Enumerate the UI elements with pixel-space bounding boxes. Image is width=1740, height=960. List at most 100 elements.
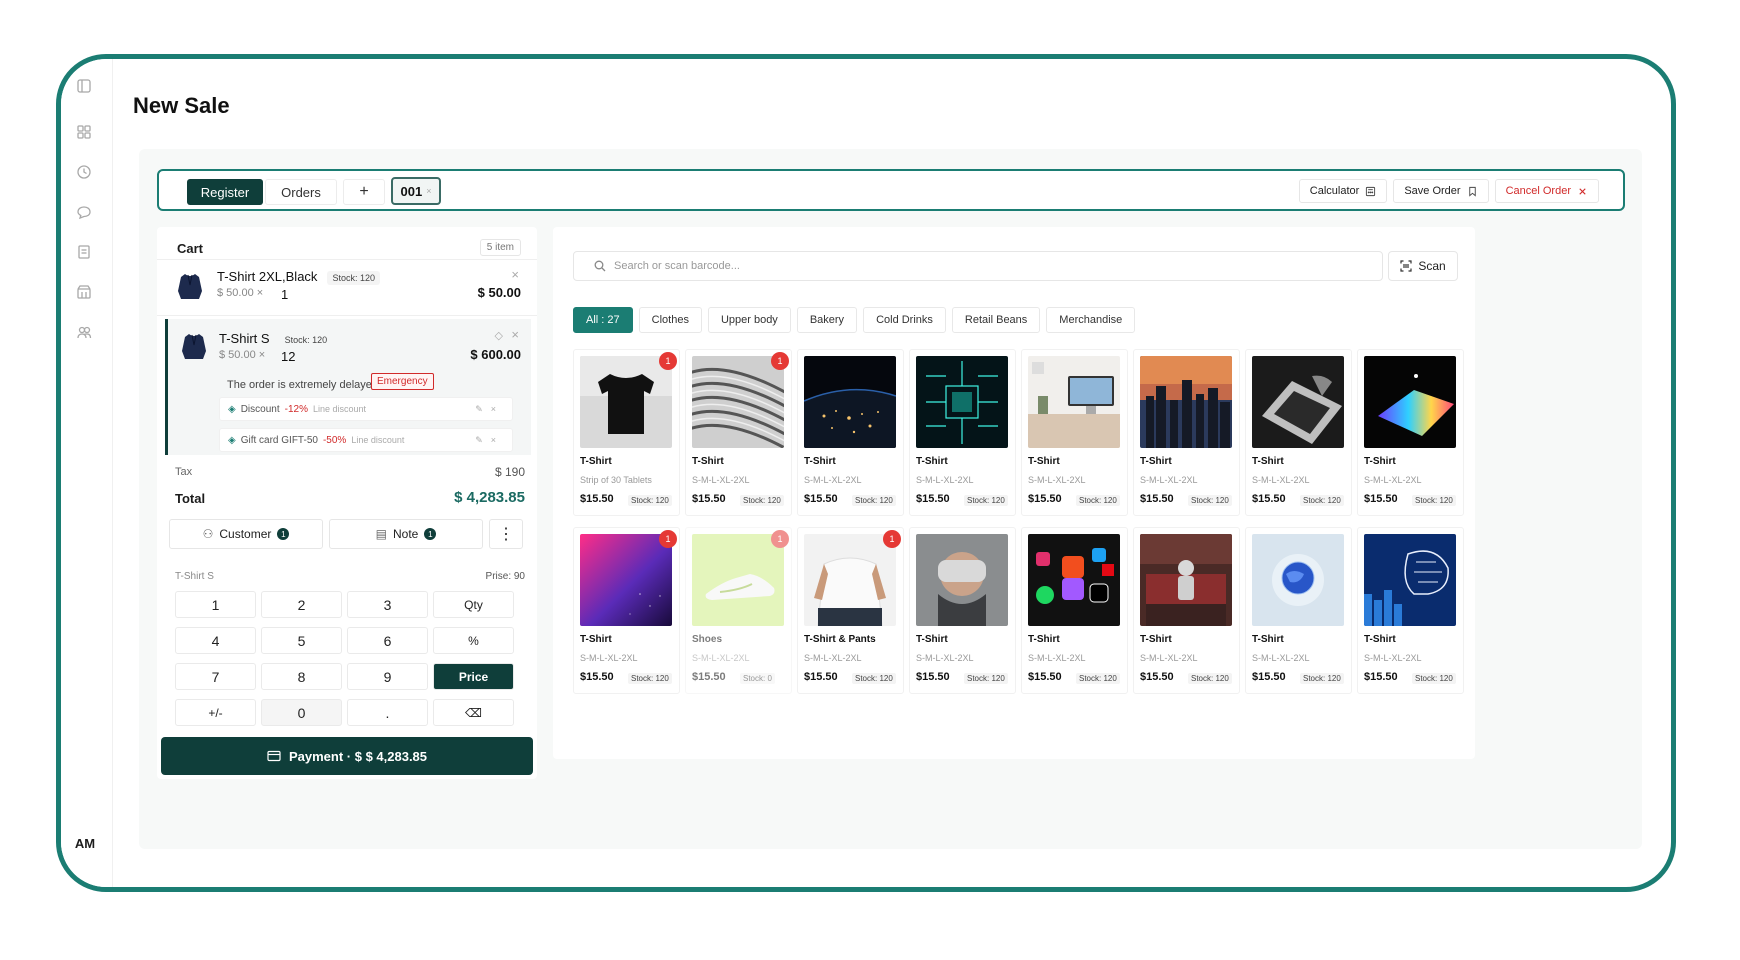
key-4[interactable]: 4 bbox=[175, 627, 256, 654]
document-icon[interactable] bbox=[75, 243, 93, 261]
product-card[interactable]: T-Shirt S-M-L-XL-2XL $15.50 Stock: 120 bbox=[1357, 349, 1464, 516]
discount-row[interactable]: ◈ Discount -12% Line discount ✎× bbox=[219, 397, 513, 421]
product-price: $15.50 bbox=[580, 493, 614, 505]
note-button[interactable]: ▤ Note 1 bbox=[329, 519, 483, 549]
product-card[interactable]: T-Shirt S-M-L-XL-2XL $15.50 Stock: 120 bbox=[1133, 349, 1240, 516]
search-icon bbox=[594, 260, 606, 272]
product-image bbox=[1252, 356, 1344, 448]
payment-button[interactable]: Payment · $ $ 4,283.85 bbox=[161, 737, 533, 775]
key-8[interactable]: 8 bbox=[261, 663, 342, 690]
clock-icon[interactable] bbox=[75, 163, 93, 181]
search-input[interactable]: Search or scan barcode... bbox=[573, 251, 1383, 281]
product-card[interactable]: 1 T-Shirt S-M-L-XL-2XL $15.50 Stock: 120 bbox=[573, 527, 680, 694]
tab-register[interactable]: Register bbox=[187, 179, 263, 205]
cart-qty-badge: 1 bbox=[771, 352, 789, 370]
key-price[interactable]: Price bbox=[433, 663, 514, 690]
product-variant: S-M-L-XL-2XL bbox=[580, 653, 638, 663]
key-decimal[interactable]: . bbox=[347, 699, 428, 726]
product-variant: S-M-L-XL-2XL bbox=[1028, 475, 1086, 485]
key-percent[interactable]: % bbox=[433, 627, 514, 654]
category-upper-body[interactable]: Upper body bbox=[707, 307, 791, 333]
product-name: T-Shirt bbox=[580, 634, 612, 645]
product-card[interactable]: 1 Shoes S-M-L-XL-2XL $15.50 Stock: 0 bbox=[685, 527, 792, 694]
discount-percent: -12% bbox=[284, 403, 308, 415]
store-icon[interactable] bbox=[75, 283, 93, 301]
key-1[interactable]: 1 bbox=[175, 591, 256, 618]
product-stock: Stock: 120 bbox=[628, 495, 672, 506]
key-9[interactable]: 9 bbox=[347, 663, 428, 690]
key-qty[interactable]: Qty bbox=[433, 591, 514, 618]
product-card[interactable]: T-Shirt S-M-L-XL-2XL $15.50 Stock: 120 bbox=[1021, 349, 1128, 516]
product-card[interactable]: T-Shirt S-M-L-XL-2XL $15.50 Stock: 120 bbox=[909, 349, 1016, 516]
product-grid: 1 T-Shirt Strip of 30 Tablets $15.50 Stock: … bbox=[573, 349, 1464, 694]
cart-qty-badge: 1 bbox=[659, 530, 677, 548]
product-price: $15.50 bbox=[804, 671, 838, 683]
key-3[interactable]: 3 bbox=[347, 591, 428, 618]
users-icon[interactable] bbox=[75, 323, 93, 341]
cancel-order-button[interactable]: Cancel Order bbox=[1494, 179, 1599, 203]
product-stock: Stock: 120 bbox=[1300, 495, 1344, 506]
order-tab-001[interactable]: 001 × bbox=[391, 177, 441, 205]
key-7[interactable]: 7 bbox=[175, 663, 256, 690]
product-stock: Stock: 120 bbox=[852, 495, 896, 506]
key-0[interactable]: 0 bbox=[261, 699, 342, 726]
cart-item[interactable]: T-Shirt 2XL,Black Stock: 120 $ 50.00 × 1 … bbox=[157, 259, 537, 315]
key-plus-minus[interactable]: +/- bbox=[175, 699, 256, 726]
product-variant: S-M-L-XL-2XL bbox=[1252, 475, 1310, 485]
selected-item-price: Prise: 90 bbox=[485, 571, 525, 582]
discount-row[interactable]: ◈ Gift card GIFT-50 -50% Line discount ✎… bbox=[219, 428, 513, 452]
category-clothes[interactable]: Clothes bbox=[638, 307, 702, 333]
toolbar-actions: Calculator Save Order Cancel Order bbox=[1298, 179, 1599, 203]
product-name: T-Shirt bbox=[1028, 634, 1060, 645]
product-name: T-Shirt & Pants bbox=[804, 634, 876, 645]
key-6[interactable]: 6 bbox=[347, 627, 428, 654]
product-image bbox=[1252, 534, 1344, 626]
category-bakery[interactable]: Bakery bbox=[796, 307, 858, 333]
tab-orders[interactable]: Orders bbox=[265, 179, 337, 205]
new-order-button[interactable]: + bbox=[343, 179, 385, 205]
cart-item[interactable]: T-Shirt S Stock: 120 $ 50.00 × 12 ◇ × $ 6… bbox=[157, 319, 537, 369]
discount-actions[interactable]: ✎× bbox=[475, 435, 504, 446]
category-merchandise[interactable]: Merchandise bbox=[1046, 307, 1136, 333]
customer-button[interactable]: ⚇ Customer 1 bbox=[169, 519, 323, 549]
product-card[interactable]: T-Shirt S-M-L-XL-2XL $15.50 Stock: 120 bbox=[1245, 349, 1352, 516]
cart-item-qty[interactable]: 1 bbox=[281, 287, 288, 302]
close-icon[interactable]: × bbox=[426, 186, 431, 196]
discount-actions[interactable]: ✎× bbox=[475, 404, 504, 415]
product-card[interactable]: 1 T-Shirt Strip of 30 Tablets $15.50 Stock: … bbox=[573, 349, 680, 516]
cart-item-unit-price: $ 50.00 × bbox=[217, 287, 264, 299]
product-stock: Stock: 120 bbox=[1412, 673, 1456, 684]
product-card[interactable]: T-Shirt S-M-L-XL-2XL $15.50 Stock: 120 bbox=[1245, 527, 1352, 694]
product-card[interactable]: T-Shirt S-M-L-XL-2XL $15.50 Stock: 120 bbox=[797, 349, 904, 516]
left-rail: AM bbox=[61, 59, 113, 887]
tax-value: $ 190 bbox=[494, 465, 525, 479]
more-options-icon[interactable]: ⋮ bbox=[489, 519, 523, 549]
scan-button[interactable]: Scan bbox=[1388, 251, 1458, 281]
cart-item-qty[interactable]: 12 bbox=[281, 349, 295, 364]
product-card[interactable]: 1 T-Shirt & Pants S-M-L-XL-2XL $15.50 Stock:… bbox=[797, 527, 904, 694]
product-card[interactable]: T-Shirt S-M-L-XL-2XL $15.50 Stock: 120 bbox=[1357, 527, 1464, 694]
category-cold-drinks[interactable]: Cold Drinks bbox=[863, 307, 946, 333]
tag-icon[interactable]: ◇ bbox=[495, 329, 503, 342]
card-icon bbox=[267, 750, 281, 762]
product-stock: Stock: 0 bbox=[740, 673, 775, 684]
save-order-button[interactable]: Save Order bbox=[1393, 179, 1489, 203]
cart-item-total: $ 50.00 bbox=[477, 285, 521, 300]
category-retail-beans[interactable]: Retail Beans bbox=[951, 307, 1041, 333]
chat-icon[interactable] bbox=[75, 203, 93, 221]
remove-item-icon[interactable]: × bbox=[511, 327, 519, 342]
product-card[interactable]: T-Shirt S-M-L-XL-2XL $15.50 Stock: 120 bbox=[1133, 527, 1240, 694]
category-all[interactable]: All : 27 bbox=[573, 307, 633, 333]
product-card[interactable]: 1 T-Shirt S-M-L-XL-2XL $15.50 Stock: 120 bbox=[685, 349, 792, 516]
product-card[interactable]: T-Shirt S-M-L-XL-2XL $15.50 Stock: 120 bbox=[909, 527, 1016, 694]
key-2[interactable]: 2 bbox=[261, 591, 342, 618]
product-card[interactable]: T-Shirt S-M-L-XL-2XL $15.50 Stock: 120 bbox=[1021, 527, 1128, 694]
remove-item-icon[interactable]: × bbox=[511, 267, 519, 282]
tag-icon: ◈ bbox=[228, 434, 236, 446]
sidebar-toggle-icon[interactable] bbox=[75, 77, 93, 95]
backspace-icon[interactable]: ⌫ bbox=[433, 699, 514, 726]
key-5[interactable]: 5 bbox=[261, 627, 342, 654]
calculator-button[interactable]: Calculator bbox=[1298, 179, 1388, 203]
avatar[interactable]: AM bbox=[69, 827, 101, 859]
grid-icon[interactable] bbox=[75, 123, 93, 141]
